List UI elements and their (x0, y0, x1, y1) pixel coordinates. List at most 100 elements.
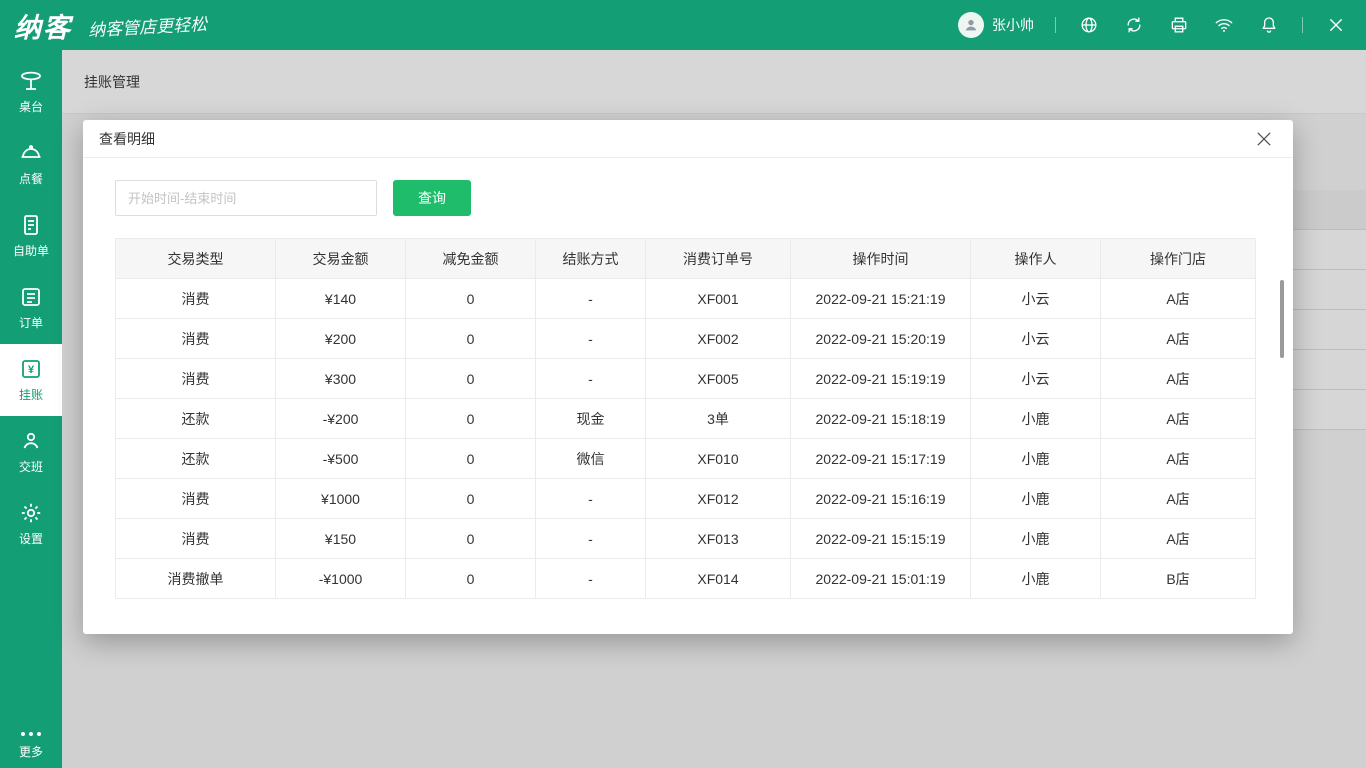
topbar-actions: 张小帅 (958, 12, 1348, 38)
table-cell: 2022-09-21 15:17:19 (791, 439, 971, 479)
modal-toolbar: 查询 (115, 180, 1261, 216)
sidebar-item-more[interactable]: 更多 (0, 732, 62, 760)
table-cell: 小云 (971, 319, 1101, 359)
credit-icon: ¥ (19, 357, 43, 381)
table-cell: 现金 (536, 399, 646, 439)
transactions-table: 交易类型交易金额减免金额结账方式消费订单号操作时间操作人操作门店消费¥1400-… (115, 238, 1256, 599)
detail-modal: 查看明细 查询 交易类型交易金额减免金额结账方式消费订单号操作时间操作人操作门店… (83, 120, 1293, 634)
table-cell: 消费 (116, 319, 276, 359)
background-row (1292, 310, 1366, 350)
table-cell: XF013 (646, 519, 791, 559)
table-cell: 2022-09-21 15:19:19 (791, 359, 971, 399)
table-cell: 消费 (116, 359, 276, 399)
column-header: 操作时间 (791, 239, 971, 279)
divider (1302, 17, 1303, 33)
sidebar-item-ordering[interactable]: 点餐 (0, 128, 62, 200)
sidebar-item-label: 挂账 (19, 386, 43, 403)
table-cell: 小鹿 (971, 559, 1101, 599)
table-cell: 2022-09-21 15:21:19 (791, 279, 971, 319)
cloche-icon (19, 141, 43, 165)
table-cell: -¥500 (276, 439, 406, 479)
date-range-input[interactable] (115, 180, 377, 216)
table-cell: 小鹿 (971, 479, 1101, 519)
table-header-row: 交易类型交易金额减免金额结账方式消费订单号操作时间操作人操作门店 (116, 239, 1256, 279)
sidebar-item-label: 设置 (19, 530, 43, 547)
table-cell: 2022-09-21 15:20:19 (791, 319, 971, 359)
background-row (1292, 270, 1366, 310)
modal-close-icon[interactable] (1251, 126, 1277, 152)
brand: 纳客 纳客管店更轻松 (14, 6, 207, 45)
table-row: 消费¥1400-XF0012022-09-21 15:21:19小云A店 (116, 279, 1256, 319)
background-row (1292, 350, 1366, 390)
table-cell: - (536, 559, 646, 599)
table-cell: 小鹿 (971, 399, 1101, 439)
table-cell: XF002 (646, 319, 791, 359)
sidebar-more-label: 更多 (19, 743, 43, 760)
table-cell: XF012 (646, 479, 791, 519)
table-cell: 2022-09-21 15:18:19 (791, 399, 971, 439)
table-cell: XF010 (646, 439, 791, 479)
table-row: 消费¥2000-XF0022022-09-21 15:20:19小云A店 (116, 319, 1256, 359)
sidebar: 桌台点餐自助单订单 ¥ 挂账交班设置 更多 (0, 50, 62, 768)
table-row: 消费¥10000-XF0122022-09-21 15:16:19小鹿A店 (116, 479, 1256, 519)
avatar-icon (958, 12, 984, 38)
table-cell: - (536, 279, 646, 319)
table-cell: B店 (1101, 559, 1256, 599)
table-cell: A店 (1101, 439, 1256, 479)
table-row: 还款-¥2000现金3单2022-09-21 15:18:19小鹿A店 (116, 399, 1256, 439)
app-slogan: 纳客管店更轻松 (87, 9, 207, 40)
background-row (1292, 390, 1366, 430)
user-menu[interactable]: 张小帅 (958, 12, 1034, 38)
query-button[interactable]: 查询 (393, 180, 471, 216)
sidebar-menu: 桌台点餐自助单订单 ¥ 挂账交班设置 (0, 50, 62, 560)
table-cell: A店 (1101, 399, 1256, 439)
table-cell: ¥1000 (276, 479, 406, 519)
sidebar-item-shift[interactable]: 交班 (0, 416, 62, 488)
table-cell: 小鹿 (971, 519, 1101, 559)
sidebar-item-credit[interactable]: ¥ 挂账 (0, 344, 62, 416)
sidebar-item-label: 桌台 (19, 98, 43, 115)
bell-icon[interactable] (1257, 13, 1281, 37)
service-globe-icon[interactable] (1077, 13, 1101, 37)
table-cell: 0 (406, 439, 536, 479)
sidebar-item-orders[interactable]: 订单 (0, 272, 62, 344)
table-cell: 2022-09-21 15:16:19 (791, 479, 971, 519)
receipt-icon (19, 213, 43, 237)
sync-icon[interactable] (1122, 13, 1146, 37)
wifi-icon[interactable] (1212, 13, 1236, 37)
sidebar-item-settings[interactable]: 设置 (0, 488, 62, 560)
table-cell: 小鹿 (971, 439, 1101, 479)
table-cell: A店 (1101, 359, 1256, 399)
table-cell: 0 (406, 359, 536, 399)
column-header: 减免金额 (406, 239, 536, 279)
table-cell: 0 (406, 559, 536, 599)
column-header: 消费订单号 (646, 239, 791, 279)
table-cell: 消费撤单 (116, 559, 276, 599)
username: 张小帅 (992, 15, 1034, 35)
table-cell: 0 (406, 519, 536, 559)
modal-header: 查看明细 (83, 120, 1293, 158)
table-cell: XF014 (646, 559, 791, 599)
printer-icon[interactable] (1167, 13, 1191, 37)
background-row (1292, 230, 1366, 270)
table-cell: - (536, 359, 646, 399)
table-cell: 消费 (116, 279, 276, 319)
table-cell: 2022-09-21 15:01:19 (791, 559, 971, 599)
sidebar-item-self-service[interactable]: 自助单 (0, 200, 62, 272)
table-cell: 小云 (971, 359, 1101, 399)
close-app-icon[interactable] (1324, 13, 1348, 37)
shift-icon (19, 429, 43, 453)
column-header: 操作人 (971, 239, 1101, 279)
sidebar-item-tables[interactable]: 桌台 (0, 56, 62, 128)
column-header: 交易类型 (116, 239, 276, 279)
table-row: 消费¥1500-XF0132022-09-21 15:15:19小鹿A店 (116, 519, 1256, 559)
order-count-link[interactable]: 3单 (646, 399, 791, 439)
column-header: 交易金额 (276, 239, 406, 279)
table-cell: -¥1000 (276, 559, 406, 599)
table-cell: -¥200 (276, 399, 406, 439)
column-header: 操作门店 (1101, 239, 1256, 279)
modal-scrollbar[interactable] (1280, 280, 1284, 358)
table-cell: 0 (406, 399, 536, 439)
table-cell: XF001 (646, 279, 791, 319)
table-icon (19, 69, 43, 93)
